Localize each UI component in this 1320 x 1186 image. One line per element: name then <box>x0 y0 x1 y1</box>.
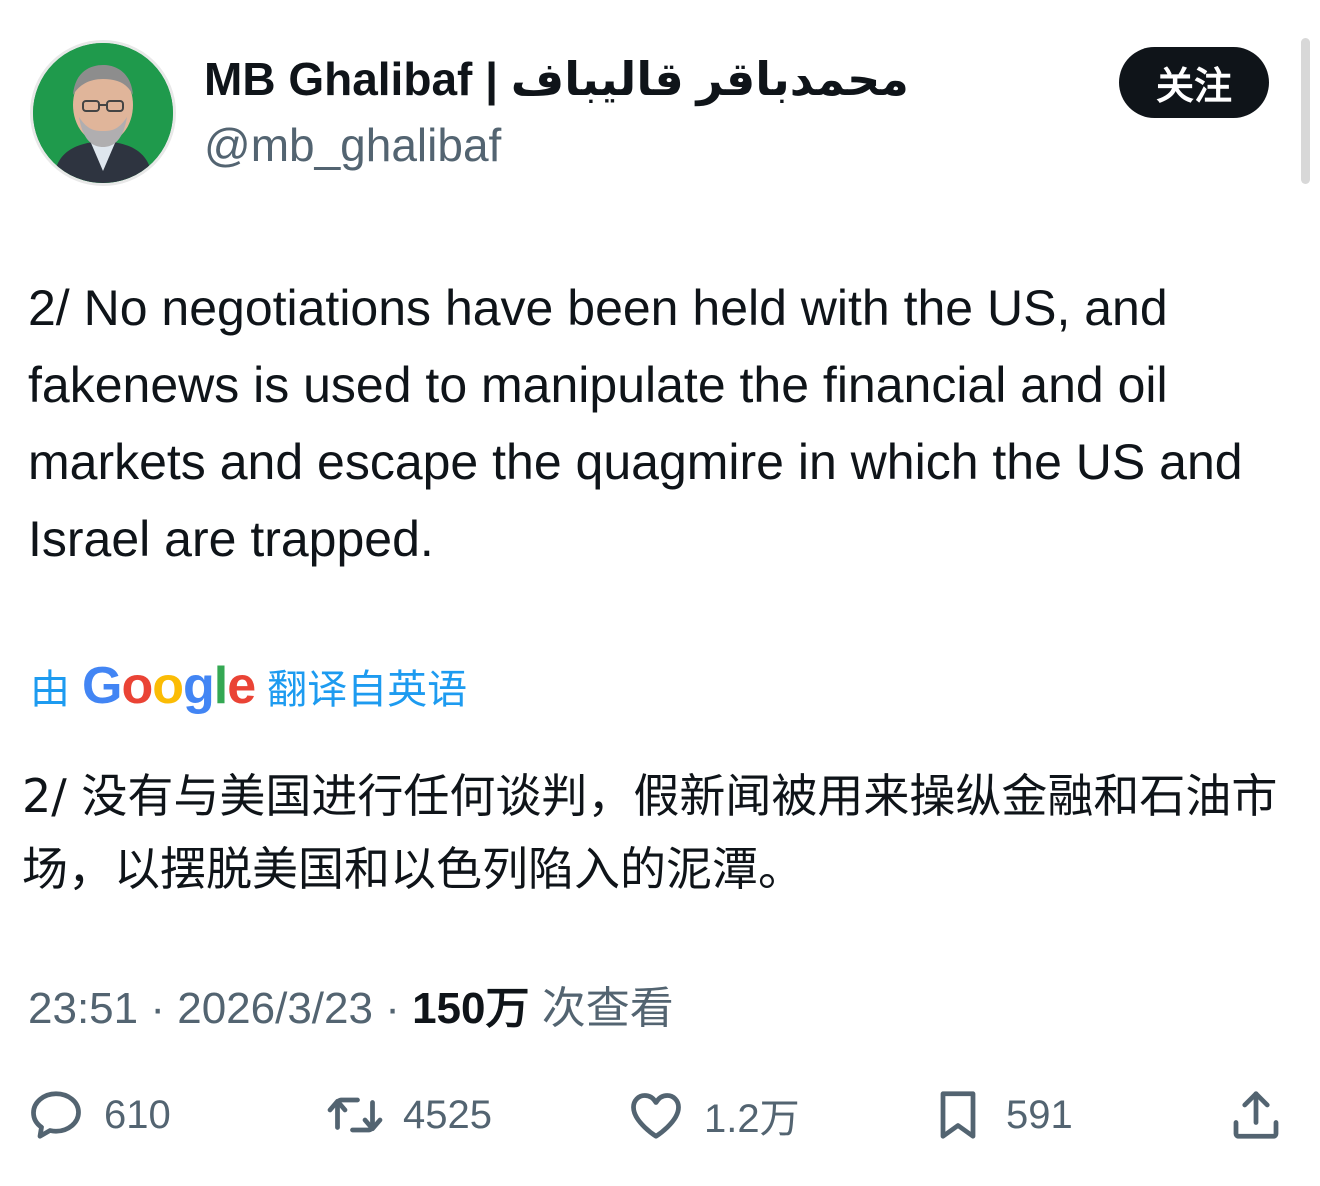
share-icon <box>1233 1091 1279 1139</box>
google-logo: Google <box>82 657 256 715</box>
avatar-portrait-icon <box>33 43 173 183</box>
tweet-date[interactable]: 2026/3/23 <box>177 984 373 1033</box>
retweet-icon <box>327 1097 383 1133</box>
user-handle[interactable]: @mb_ghalibaf <box>204 118 501 172</box>
bookmark-button[interactable]: 591 <box>928 1080 1073 1150</box>
bookmark-count: 591 <box>1006 1092 1073 1137</box>
tweet-text: 2/ No negotiations have been held with t… <box>28 280 1243 567</box>
action-bar: 610 4525 1.2万 591 <box>0 1080 1320 1150</box>
share-button[interactable] <box>1226 1080 1286 1150</box>
reply-count: 610 <box>104 1092 171 1137</box>
bookmark-icon <box>940 1091 976 1139</box>
tweet-time[interactable]: 23:51 <box>28 984 138 1033</box>
views-label: 次查看 <box>541 984 674 1033</box>
translation-suffix: 翻译自英语 <box>267 668 468 712</box>
meta-separator: · <box>138 984 178 1033</box>
tweet-metadata: 23:51 · 2026/3/23 · 150万 次查看 <box>28 972 674 1036</box>
reply-button[interactable]: 610 <box>26 1080 171 1150</box>
like-button[interactable]: 1.2万 <box>626 1080 800 1150</box>
views-count: 150万 <box>412 984 530 1033</box>
follow-button[interactable]: 关注 <box>1119 47 1269 118</box>
heart-icon <box>631 1093 681 1139</box>
translation-prefix: 由 <box>30 668 70 712</box>
avatar[interactable] <box>30 40 176 186</box>
scrollbar[interactable] <box>1301 38 1310 184</box>
meta-separator: · <box>372 984 413 1033</box>
retweet-button[interactable]: 4525 <box>325 1080 492 1150</box>
reply-icon <box>31 1091 81 1139</box>
translation-attribution[interactable]: 由 Google 翻译自英语 <box>30 654 467 718</box>
retweet-count: 4525 <box>403 1092 492 1137</box>
like-count: 1.2万 <box>704 1097 800 1141</box>
display-name[interactable]: MB Ghalibaf | محمدباقر قالیباف <box>204 52 909 106</box>
translated-tweet-text: 2/ 没有与美国进行任何谈判，假新闻被用来操纵金融和石油市场，以摆脱美国和以色列… <box>22 769 1278 896</box>
